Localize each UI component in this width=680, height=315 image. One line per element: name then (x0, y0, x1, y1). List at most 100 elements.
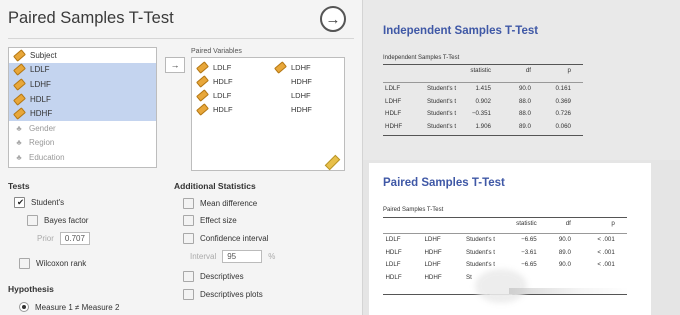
paired-variables-label: Paired Variables (191, 48, 242, 55)
table-cell: 1.415 (475, 85, 491, 92)
wilcoxon-option[interactable]: Wilcoxon rank (19, 258, 86, 269)
table-rule (383, 217, 627, 218)
ruler-icon (196, 60, 209, 74)
table-cell: 1.906 (475, 122, 491, 130)
variable-item[interactable]: HDHF (9, 106, 156, 121)
mean-difference-option[interactable]: Mean difference (183, 198, 257, 209)
variable-label: HDLF (30, 94, 51, 104)
bayes-factor-checkbox[interactable] (27, 215, 38, 226)
table-row: HDLF Student's t −0.351 88.0 0.726 (383, 109, 583, 119)
bayes-factor-label: Bayes factor (44, 216, 89, 225)
paired-item[interactable]: HDLF (192, 74, 233, 88)
bayes-factor-option[interactable]: Bayes factor (27, 215, 88, 226)
interval-unit: % (268, 252, 276, 261)
paired-item[interactable]: HDLF (192, 102, 233, 116)
table-cell: Student's t (427, 110, 457, 117)
paired-column-1: LDLF HDLF LDLF HDLF (192, 60, 233, 116)
paired-caption: Paired Samples T-Test (383, 207, 444, 213)
table-cell: −6.65 (521, 261, 537, 268)
variable-source-list[interactable]: Subject LDLF LDHF HDLF HDHF ♣ Gender ♣ Region ♣ Ed… (8, 47, 157, 168)
variable-item[interactable]: HDLF (9, 91, 156, 107)
table-cell: Student's t (427, 85, 457, 92)
confidence-interval-checkbox[interactable] (183, 233, 194, 244)
paired-variable-label: LDHF (291, 62, 311, 72)
variable-item[interactable]: ♣ Education (9, 150, 156, 165)
paired-item[interactable]: LDHF (270, 88, 312, 102)
paired-item[interactable]: HDHF (270, 102, 312, 116)
interval-input[interactable]: 95 (222, 250, 263, 263)
checkmark-icon: ✔ (17, 197, 25, 207)
effect-size-option[interactable]: Effect size (183, 215, 237, 226)
paired-variables-list[interactable]: LDLF HDLF LDLF HDLF LDHF HDHF LDHF HDHF (191, 57, 345, 171)
table-cell: < .001 (597, 261, 615, 268)
ruler-icon (13, 49, 26, 62)
descriptives-option[interactable]: Descriptives (183, 271, 244, 282)
prior-label: Prior (37, 234, 54, 243)
paired-variable-label: LDLF (213, 90, 232, 100)
table-row: HDHF Student's t 1.906 89.0 0.060 (383, 122, 583, 132)
paired-item[interactable]: LDLF (192, 88, 233, 102)
paired-variable-label: HDLF (213, 104, 233, 114)
variable-item[interactable]: LDHF (9, 77, 156, 92)
independent-caption: Independent Samples T-Test (383, 55, 460, 61)
hypothesis-option-1[interactable]: Measure 1 ≠ Measure 2 (19, 302, 119, 312)
title-divider (8, 38, 354, 39)
hypothesis-radio-1[interactable] (19, 302, 29, 312)
table-row: LDLF LDHF Student's t −6.65 90.0 < .001 (383, 260, 627, 270)
confidence-interval-option[interactable]: Confidence interval (183, 233, 268, 244)
options-panel: Paired Samples T-Test → Subject LDLF LDHF H… (0, 0, 363, 315)
independent-table: statistic df p LDLF Student's t 1.415 90.0 0.16… (383, 66, 583, 136)
table-cell: 0.060 (555, 122, 571, 130)
descriptives-plots-checkbox[interactable] (183, 289, 194, 300)
paired-variable-label: LDLF (213, 62, 232, 72)
move-to-paired-button[interactable]: → (165, 57, 185, 73)
table-cell: LDLF (385, 236, 401, 243)
nominal-icon: ♣ (16, 123, 22, 133)
variable-item[interactable]: ♣ Region (9, 136, 156, 151)
pencil-icon (324, 154, 341, 171)
paired-item[interactable]: LDHF (270, 60, 312, 74)
descriptives-label: Descriptives (200, 272, 244, 281)
interval-label: Interval (190, 252, 217, 261)
students-option[interactable]: ✔ Student's (14, 197, 64, 208)
table-cell: 90.0 (518, 85, 531, 92)
run-analysis-button[interactable]: → (320, 6, 346, 32)
table-cell: 90.0 (558, 236, 571, 243)
table-cell: Student's t (465, 261, 495, 268)
hypothesis-option-1-label: Measure 1 ≠ Measure 2 (35, 302, 120, 312)
students-checkbox[interactable]: ✔ (14, 197, 25, 208)
variable-item[interactable]: Subject (9, 48, 156, 63)
descriptives-checkbox[interactable] (183, 271, 194, 282)
additional-statistics-heading: Additional Statistics (174, 181, 256, 191)
paired-variable-label: HDHF (291, 76, 312, 86)
table-cell: < .001 (597, 236, 615, 243)
variable-label: LDHF (30, 79, 51, 89)
variable-item[interactable]: ♣ Gender (9, 121, 156, 136)
arrow-right-icon: → (325, 10, 341, 28)
effect-size-checkbox[interactable] (183, 215, 194, 226)
variable-item[interactable]: LDLF (9, 62, 156, 78)
table-cell: LDHF (424, 261, 441, 268)
wilcoxon-checkbox[interactable] (19, 258, 30, 269)
results-panel: Independent Samples T-Test Independent S… (363, 0, 680, 315)
ruler-icon (196, 88, 209, 102)
table-cell: HDLF (385, 110, 402, 117)
loading-fade (509, 288, 629, 294)
table-cell: 90.0 (558, 261, 571, 268)
table-rule (383, 64, 583, 65)
paired-variable-label: HDHF (291, 104, 312, 114)
table-cell: 89.0 (518, 122, 531, 130)
independent-title: Independent Samples T-Test (383, 25, 539, 37)
table-cell: HDLF (385, 248, 402, 256)
descriptives-plots-option[interactable]: Descriptives plots (183, 289, 263, 300)
paired-variable-label: HDLF (213, 76, 233, 86)
variable-label: Education (29, 152, 65, 162)
mean-difference-checkbox[interactable] (183, 198, 194, 209)
prior-input[interactable]: 0.707 (59, 232, 90, 245)
table-cell: LDHF (424, 236, 441, 243)
paired-item[interactable]: HDHF (270, 74, 312, 88)
analysis-title: Paired Samples T-Test (8, 9, 174, 27)
paired-item[interactable]: LDLF (192, 60, 233, 74)
table-cell: 88.0 (518, 97, 531, 105)
column-header: p (611, 220, 615, 227)
